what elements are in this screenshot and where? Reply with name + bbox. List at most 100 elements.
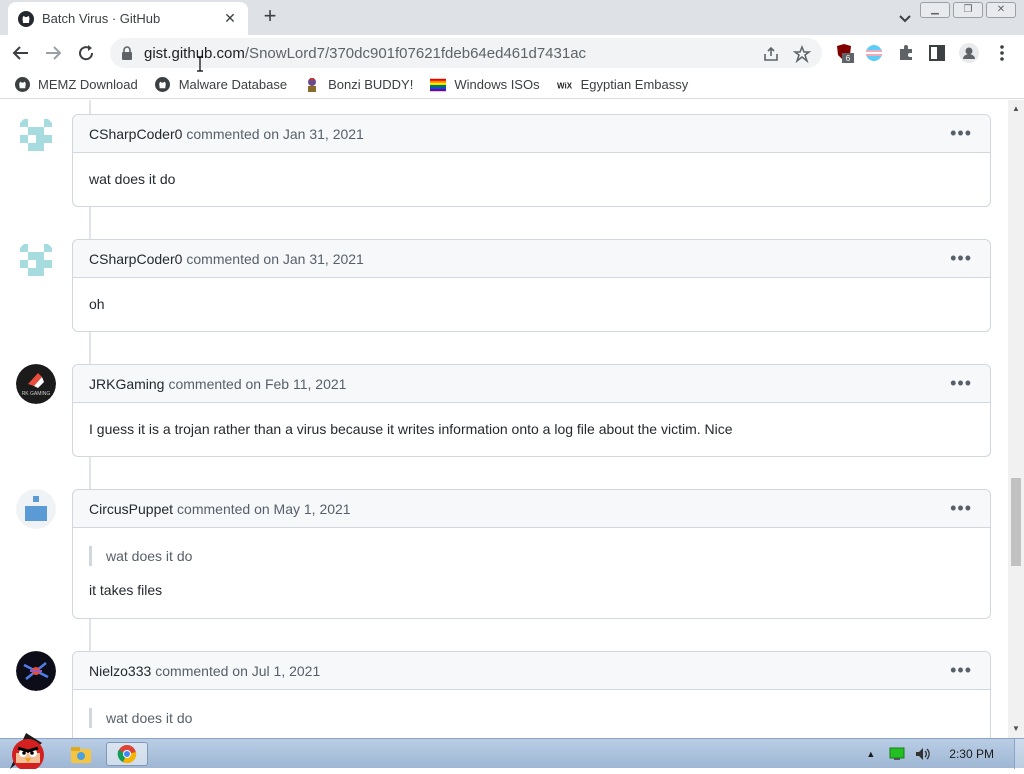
tab-batch-virus[interactable]: Batch Virus · GitHub ✕: [8, 2, 248, 35]
scrollbar-thumb[interactable]: [1011, 478, 1021, 566]
comment-quote: wat does it do: [89, 546, 974, 566]
show-desktop-button[interactable]: [1014, 739, 1024, 769]
comment-header: CSharpCoder0 commented on Jan 31, 2021 •…: [73, 240, 990, 278]
network-icon[interactable]: [889, 747, 905, 761]
ublock-icon: 6: [837, 44, 854, 63]
window-controls: ▁ ❐ ✕: [920, 2, 1016, 18]
bookmark-windows-isos[interactable]: Windows ISOs: [430, 77, 540, 93]
menu-button[interactable]: [991, 42, 1013, 64]
comment-header: JRKGaming commented on Feb 11, 2021 •••: [73, 365, 990, 403]
taskbar: ▲ 2:30 PM: [0, 733, 1024, 771]
tray-expand-icon[interactable]: ▲: [866, 749, 875, 759]
side-panel-button[interactable]: [926, 42, 948, 64]
scroll-up-arrow-icon[interactable]: ▲: [1012, 104, 1020, 113]
flag-extension-button[interactable]: [863, 42, 885, 64]
profile-button[interactable]: [958, 42, 980, 64]
bonzi-icon: [304, 77, 320, 93]
comment-author[interactable]: CircusPuppet: [89, 501, 173, 517]
identicon-icon: [16, 489, 56, 529]
comment-quote: wat does it do: [89, 708, 974, 728]
comment-body: wat does it do it takes files: [73, 528, 990, 616]
forward-arrow-icon: [46, 46, 62, 60]
comment: JRKGaming commented on Feb 11, 2021 ••• …: [72, 364, 991, 457]
browser-toolbar: gist.github.com/SnowLord7/370dc901f07621…: [0, 35, 1024, 71]
svg-text:RK GAMING: RK GAMING: [22, 391, 51, 397]
lock-icon[interactable]: [120, 46, 134, 60]
tab-strip: Batch Virus · GitHub ✕ + ▁ ❐ ✕: [0, 0, 1024, 35]
volume-icon[interactable]: [915, 747, 931, 761]
url-text: gist.github.com/SnowLord7/370dc901f07621…: [144, 45, 586, 62]
svg-text:WiX: WiX: [557, 81, 573, 89]
rainbow-flag-icon: [430, 77, 447, 93]
tab-search-icon[interactable]: [895, 8, 915, 28]
close-window-button[interactable]: ✕: [986, 2, 1016, 18]
taskbar-clock[interactable]: 2:30 PM: [949, 747, 994, 761]
tab-title: Batch Virus · GitHub: [42, 11, 161, 26]
reload-button[interactable]: [75, 42, 97, 64]
comment: CSharpCoder0 commented on Jan 31, 2021 •…: [72, 239, 991, 332]
comment-options-icon[interactable]: •••: [950, 248, 972, 269]
comment: Nielzo333 commented on Jul 1, 2021 ••• w…: [72, 651, 991, 738]
comment-timestamp[interactable]: commented on May 1, 2021: [177, 501, 351, 517]
avatar[interactable]: [16, 115, 56, 155]
comment-timestamp[interactable]: commented on Jan 31, 2021: [186, 251, 363, 267]
github-icon: [155, 77, 171, 93]
comment-timestamp[interactable]: commented on Jul 1, 2021: [155, 663, 320, 679]
ublock-extension-button[interactable]: 6: [833, 42, 855, 64]
comment-options-icon[interactable]: •••: [950, 373, 972, 394]
kebab-menu-icon: [1000, 45, 1004, 61]
taskbar-chrome[interactable]: [106, 742, 148, 766]
bookmark-label: Egyptian Embassy: [580, 77, 689, 92]
new-tab-button[interactable]: +: [259, 5, 281, 27]
restore-button[interactable]: ❐: [953, 2, 983, 18]
github-icon: [18, 10, 34, 27]
comment-options-icon[interactable]: •••: [950, 498, 972, 519]
scroll-down-arrow-icon[interactable]: ▼: [1012, 724, 1020, 733]
back-arrow-icon: [12, 46, 28, 60]
extension-badge: 6: [846, 54, 851, 63]
identicon-icon: [16, 240, 56, 280]
address-bar[interactable]: gist.github.com/SnowLord7/370dc901f07621…: [110, 38, 822, 68]
share-icon[interactable]: [762, 45, 780, 63]
avatar[interactable]: [16, 489, 56, 529]
avatar[interactable]: [16, 651, 56, 691]
comment-body: oh: [89, 296, 105, 312]
page-scrollbar[interactable]: ▲ ▼: [1008, 100, 1024, 738]
github-icon: [14, 77, 30, 93]
bookmark-egyptian-embassy[interactable]: WiX Egyptian Embassy: [557, 77, 689, 93]
comment-author[interactable]: JRKGaming: [89, 376, 164, 392]
taskbar-explorer[interactable]: [60, 742, 102, 766]
bookmark-memz-download[interactable]: MEMZ Download: [14, 77, 138, 93]
forward-button[interactable]: [42, 42, 64, 64]
trans-flag-icon: [866, 45, 882, 61]
avatar[interactable]: RK GAMING: [16, 364, 56, 404]
comment-author[interactable]: CSharpCoder0: [89, 251, 182, 267]
text-cursor-icon: [197, 56, 203, 72]
chrome-icon: [117, 745, 137, 764]
url-host: gist.github.com: [144, 44, 245, 62]
comment-timestamp[interactable]: commented on Feb 11, 2021: [168, 376, 346, 392]
bookmarks-bar: MEMZ Download Malware Database Bonzi BUD…: [0, 71, 1024, 99]
bookmark-bonzi-buddy[interactable]: Bonzi BUDDY!: [304, 77, 413, 93]
bookmark-label: Windows ISOs: [454, 77, 540, 92]
comment-header: CSharpCoder0 commented on Jan 31, 2021 •…: [73, 115, 990, 153]
comment-author[interactable]: Nielzo333: [89, 663, 151, 679]
comment-body: wat does it do: [89, 171, 176, 187]
comment: CircusPuppet commented on May 1, 2021 ••…: [72, 489, 991, 619]
comment-timestamp[interactable]: commented on Jan 31, 2021: [186, 126, 363, 142]
identicon-icon: [16, 115, 56, 155]
start-button[interactable]: [2, 729, 50, 771]
comment-options-icon[interactable]: •••: [950, 123, 972, 144]
comment-options-icon[interactable]: •••: [950, 660, 972, 681]
url-path: /SnowLord7/370dc901f07621fdeb64ed461d743…: [244, 44, 587, 62]
avatar[interactable]: [16, 240, 56, 280]
comment-author[interactable]: CSharpCoder0: [89, 126, 182, 142]
bookmark-label: Bonzi BUDDY!: [328, 77, 414, 92]
minimize-button[interactable]: ▁: [920, 2, 950, 18]
bookmark-malware-database[interactable]: Malware Database: [155, 77, 287, 93]
puzzle-icon: [900, 45, 912, 60]
bookmark-star-icon[interactable]: [793, 45, 811, 63]
back-button[interactable]: [10, 42, 32, 64]
extensions-button[interactable]: [895, 42, 917, 64]
tab-close-icon[interactable]: ✕: [222, 10, 238, 27]
